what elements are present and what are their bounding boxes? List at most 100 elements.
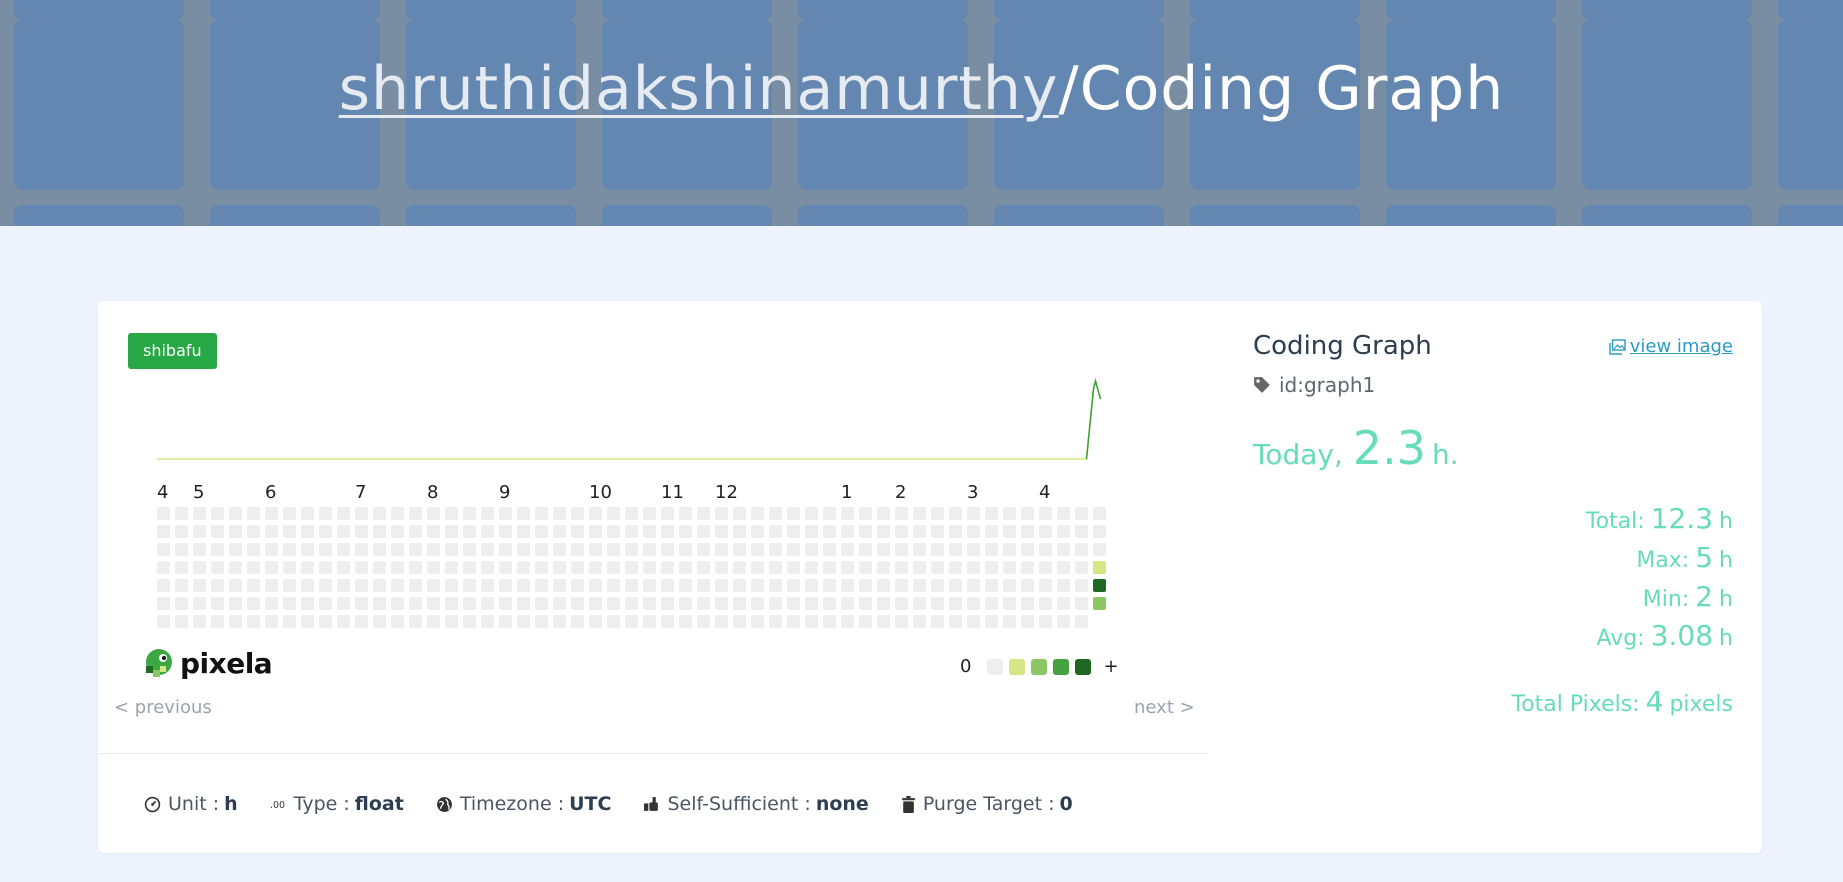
graph-title: Coding Graph (1079, 54, 1505, 124)
pixel-cell (337, 597, 350, 610)
pixel-cell (391, 525, 404, 538)
pixel-cell (1075, 561, 1088, 574)
pixel-cell (949, 525, 962, 538)
pixel-cell (499, 597, 512, 610)
legend-swatch-1 (1009, 658, 1026, 675)
pixel-cell (229, 543, 242, 556)
pixel-cell (913, 507, 926, 520)
pixel-cell (895, 525, 908, 538)
graph-id: id:graph1 (1253, 373, 1375, 397)
pixel-cell (427, 525, 440, 538)
contribution-graph: 4 5 6 7 8 9 10 11 12 1 2 3 4 (157, 377, 1106, 628)
meta-type: .00 Type : float (270, 793, 404, 815)
legend-low-label: 0 (960, 656, 972, 677)
pixel-cell (499, 507, 512, 520)
pixel-cell (481, 543, 494, 556)
view-image-link[interactable]: view image (1609, 336, 1733, 357)
pixel-cell (823, 507, 836, 520)
banner-tile (210, 0, 380, 20)
pixel-cell (1075, 543, 1088, 556)
pixel-cell (841, 543, 854, 556)
pixel-cell (715, 543, 728, 556)
pixel-cell (1021, 525, 1034, 538)
pixel-cell (625, 579, 638, 592)
pixel-cell (445, 543, 458, 556)
banner-tile (994, 0, 1164, 20)
pixel-cell (679, 525, 692, 538)
pixel-cell (409, 543, 422, 556)
pixel-cell (643, 525, 656, 538)
month-label: 4 (1039, 482, 1050, 503)
meta-self-label: Self-Sufficient (667, 793, 799, 815)
pixel-cell (859, 525, 872, 538)
pixel-cell (1057, 507, 1070, 520)
month-label: 5 (193, 482, 204, 503)
pixel-cell (157, 579, 170, 592)
meta-purge-label: Purge Target (922, 793, 1043, 815)
stat-total-label: Total: (1585, 509, 1645, 534)
pixel-cell (463, 615, 476, 628)
pixel-cell (661, 579, 674, 592)
pixel-cell (877, 597, 890, 610)
stat-max: Max: 5 h (1586, 540, 1733, 579)
number-icon: .00 (270, 800, 285, 811)
pixel-cell (643, 507, 656, 520)
pixel-cell (319, 543, 332, 556)
pixel-cell (1021, 561, 1034, 574)
pixel-cell (607, 579, 620, 592)
pixel-cell (517, 507, 530, 520)
pixel-cell (823, 615, 836, 628)
sparkline-peak (1085, 377, 1102, 460)
pixel-cell (355, 597, 368, 610)
stat-avg-label: Avg: (1596, 626, 1645, 651)
previous-link[interactable]: < previous (114, 697, 212, 718)
pixel-cell (211, 615, 224, 628)
pixel-cell (1003, 579, 1016, 592)
legend-swatch-2 (1031, 658, 1048, 675)
pixel-cell (1075, 597, 1088, 610)
stat-unit: h (1719, 509, 1733, 534)
pixel-cell (589, 543, 602, 556)
pixel-cell (175, 543, 188, 556)
pixel-cell (229, 615, 242, 628)
pixel-cell (319, 561, 332, 574)
pixel-cell (1057, 597, 1070, 610)
pixel-cell (913, 579, 926, 592)
next-link[interactable]: next > (1134, 697, 1195, 718)
pixel-cell (463, 561, 476, 574)
pixel-cell (1039, 597, 1052, 610)
pixel-cell (751, 543, 764, 556)
stat-total: Total: 12.3 h (1586, 501, 1733, 540)
pixel-cell (913, 597, 926, 610)
month-label: 9 (499, 482, 510, 503)
pixel-cell (211, 507, 224, 520)
pixel-cell (985, 561, 998, 574)
pixel-cell (787, 615, 800, 628)
legend-swatch-3 (1053, 658, 1070, 675)
pixel-cell (175, 579, 188, 592)
pixel-cell (823, 561, 836, 574)
pixel-cell (751, 507, 764, 520)
meta-purge-value: 0 (1059, 793, 1073, 815)
pixel-cell (391, 579, 404, 592)
pixel-cell (823, 597, 836, 610)
pixel-cell (751, 579, 764, 592)
pixel-cell (319, 507, 332, 520)
owner-link[interactable]: shruthidakshinamurthy (339, 54, 1059, 124)
pixel-cell (247, 507, 260, 520)
pixel-cell (427, 561, 440, 574)
pixel-cell (643, 561, 656, 574)
pixel-cell (715, 597, 728, 610)
pixel-cell (1057, 615, 1070, 628)
pixel-cell (571, 507, 584, 520)
pixel-cell (607, 597, 620, 610)
pixel-cell (535, 525, 548, 538)
pixel-cell (211, 597, 224, 610)
pixel-cell (571, 543, 584, 556)
header-banner: shruthidakshinamurthy/Coding Graph (0, 0, 1843, 226)
pixel-cell (697, 525, 710, 538)
pixel-cell (643, 615, 656, 628)
pixel-cell (679, 579, 692, 592)
banner-tile (1582, 205, 1752, 226)
pixel-cell (985, 597, 998, 610)
